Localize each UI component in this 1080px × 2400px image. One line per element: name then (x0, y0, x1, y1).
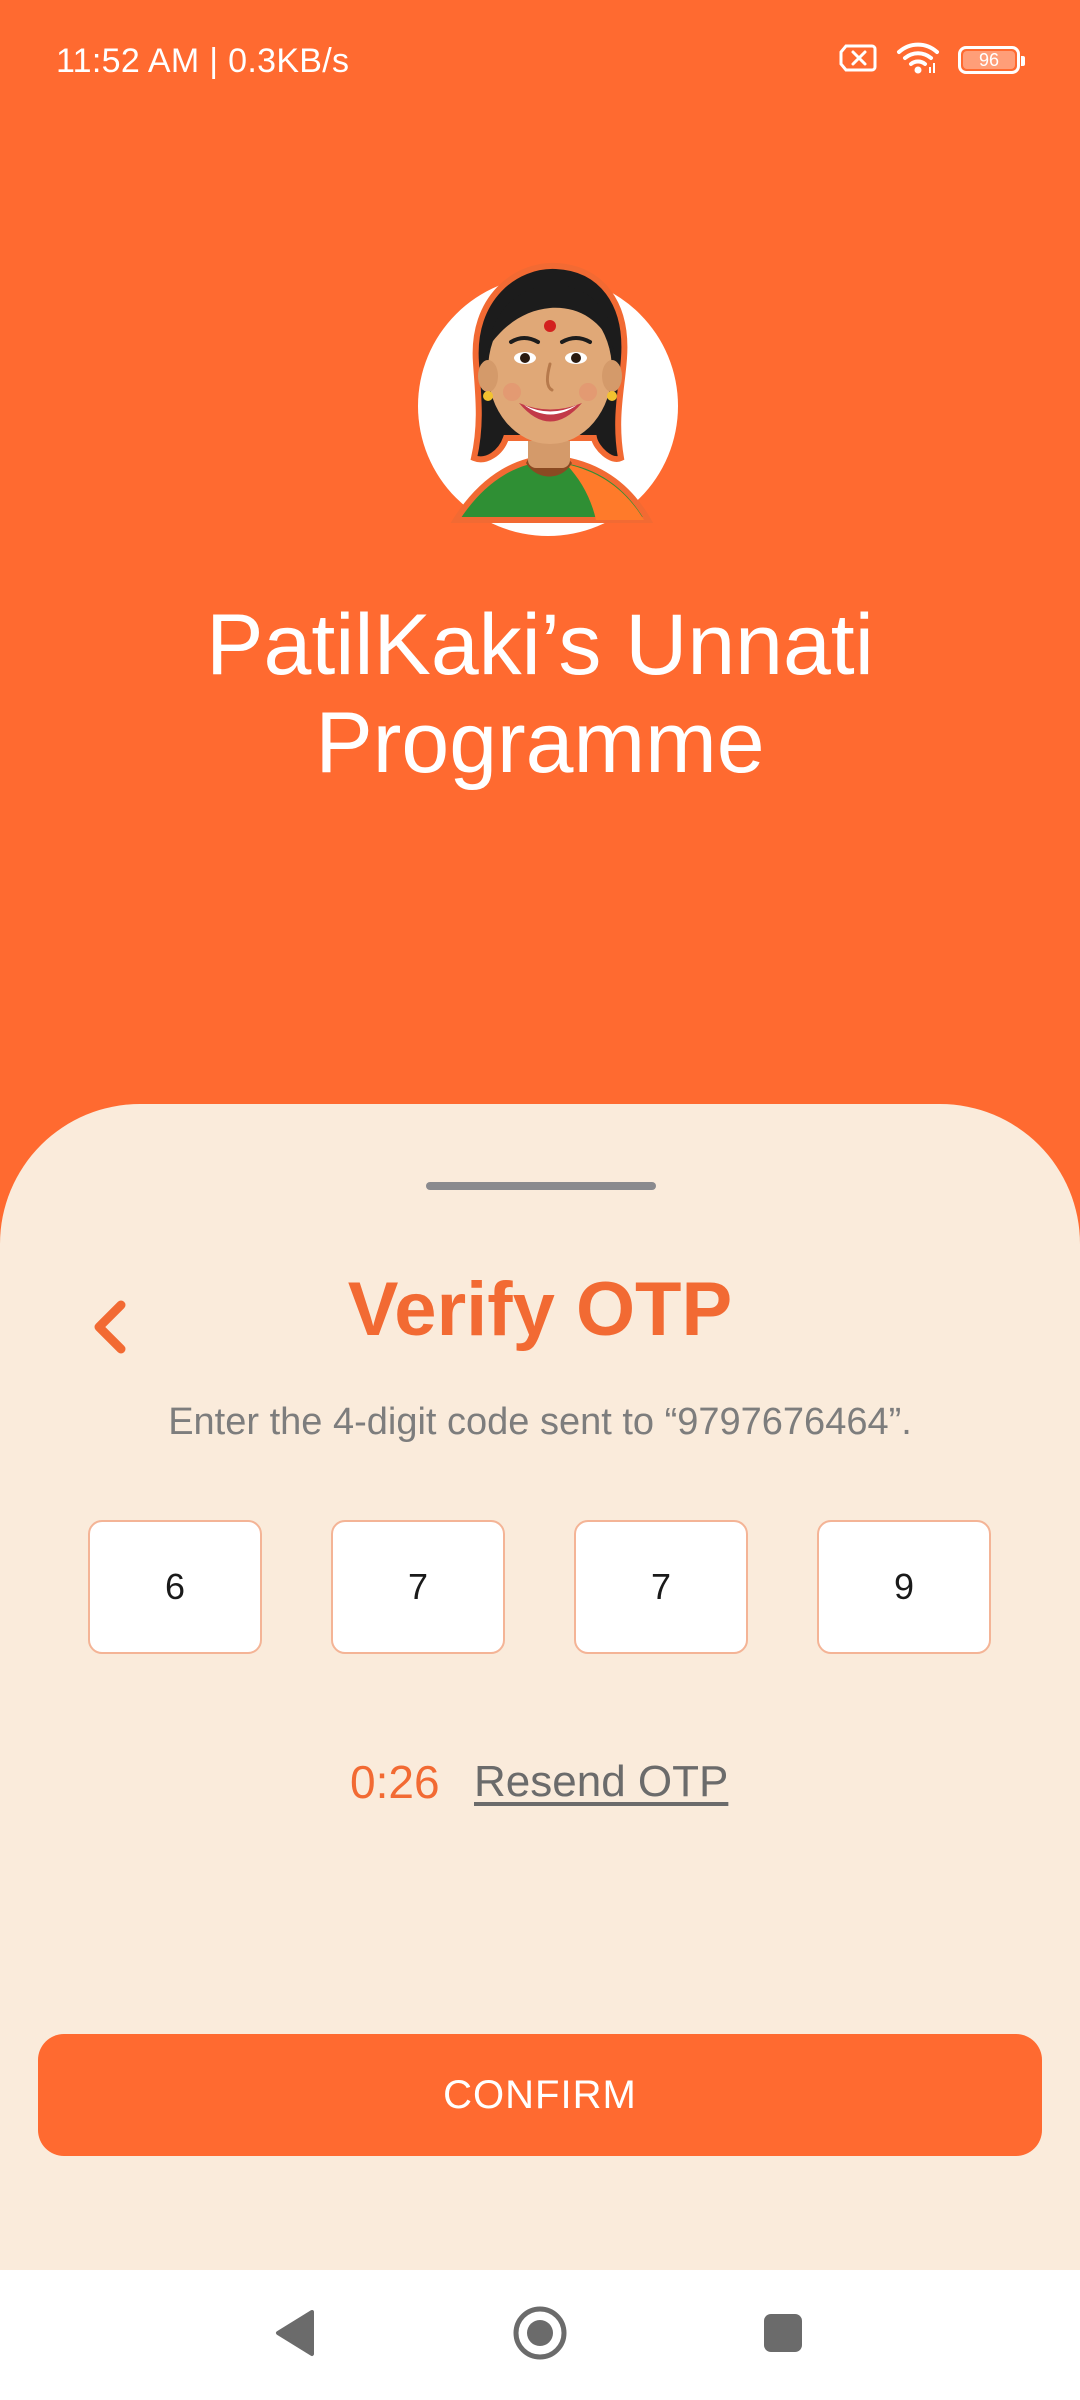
woman-avatar-illustration (416, 258, 680, 540)
battery-tip (1021, 56, 1025, 66)
sim-error-icon (838, 43, 878, 78)
system-navigation-bar (0, 2270, 1080, 2400)
otp-digit-4[interactable]: 9 (817, 1520, 991, 1654)
confirm-button[interactable]: CONFIRM (38, 2034, 1042, 2156)
wifi-icon (896, 41, 940, 80)
status-bar: 11:52 AM | 0.3KB/s 96 (0, 0, 1080, 124)
resend-otp-link[interactable]: Resend OTP (474, 1756, 728, 1808)
status-time: 11:52 AM | 0.3KB/s (56, 42, 350, 80)
otp-digit-1[interactable]: 6 (88, 1520, 262, 1654)
otp-digit-3[interactable]: 7 (574, 1520, 748, 1654)
otp-bottom-sheet: Verify OTP Enter the 4-digit code sent t… (0, 1104, 1080, 2270)
verify-otp-title: Verify OTP (347, 1267, 733, 1352)
otp-instruction: Enter the 4-digit code sent to “97976764… (168, 1401, 912, 1443)
app-title-line1: PatilKaki’s Unnati (206, 597, 874, 693)
nav-recents-button[interactable] (738, 2290, 828, 2380)
nav-back-button[interactable] (250, 2290, 340, 2380)
otp-digit-2[interactable]: 7 (331, 1520, 505, 1654)
nav-home-icon (510, 2303, 570, 2368)
app-title: PatilKaki’s Unnati Programme (0, 596, 1080, 792)
nav-recents-icon (761, 2311, 805, 2360)
resend-timer: 0:26 (350, 1756, 440, 1808)
drag-handle[interactable] (426, 1182, 656, 1190)
battery-level: 96 (978, 50, 1000, 70)
nav-back-icon (272, 2308, 318, 2363)
battery-icon: 96 (958, 46, 1025, 74)
app-title-line2: Programme (315, 695, 765, 791)
nav-home-button[interactable] (495, 2290, 585, 2380)
status-icons: 96 (838, 40, 1025, 80)
